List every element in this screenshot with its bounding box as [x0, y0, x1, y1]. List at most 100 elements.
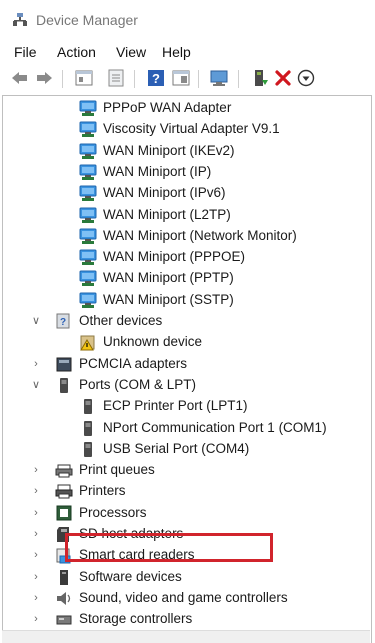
tree-category[interactable]: › Print queues	[3, 460, 371, 481]
expand-chevron-icon[interactable]: ›	[31, 613, 41, 625]
tree-item-usb-serial-port[interactable]: USB Serial Port (COM4)	[3, 439, 371, 460]
tree-item-label: PCMCIA adapters	[79, 355, 188, 371]
tree-item-network-adapter[interactable]: WAN Miniport (Network Monitor)	[3, 226, 371, 247]
tree-item-network-adapter[interactable]: Viscosity Virtual Adapter V9.1	[3, 119, 371, 140]
tree-item-label: WAN Miniport (IKEv2)	[103, 142, 235, 158]
sd-device-icon	[55, 526, 73, 543]
tree-category[interactable]: › Smart card readers	[3, 545, 371, 566]
expand-chevron-icon[interactable]: ›	[31, 485, 41, 497]
tree-category[interactable]: › Sound, video and game controllers	[3, 588, 371, 609]
toolbar-separator	[134, 70, 135, 88]
menu-help[interactable]: Help	[162, 44, 191, 60]
expand-chevron-icon[interactable]: ›	[31, 592, 41, 604]
tree-category[interactable]: › Printers	[3, 481, 371, 502]
tree-item-label: USB Serial Port (COM4)	[103, 440, 250, 456]
tree-item-network-adapter[interactable]: WAN Miniport (IP)	[3, 162, 371, 183]
download-icon[interactable]	[296, 68, 316, 88]
horizontal-scrollbar[interactable]	[2, 630, 370, 643]
menu-file[interactable]: File	[14, 44, 37, 60]
uninstall-icon[interactable]	[273, 68, 293, 88]
show-hide-console-tree-icon[interactable]	[74, 68, 94, 88]
toolbar-separator	[198, 70, 199, 88]
tree-item-label: WAN Miniport (IPv6)	[103, 185, 226, 201]
tree-item-label: Other devices	[79, 313, 163, 328]
tree-item-label: WAN Miniport (SSTP)	[103, 291, 234, 307]
svg-text:?: ?	[152, 71, 160, 86]
tree-item-label: ECP Printer Port (LPT1)	[103, 398, 248, 414]
port-device-icon	[79, 420, 97, 437]
network-device-icon	[79, 270, 97, 287]
tree-item-label: WAN Miniport (Network Monitor)	[103, 227, 297, 243]
menu-view[interactable]: View	[116, 44, 146, 60]
storage-device-icon	[55, 611, 73, 628]
tree-item-port[interactable]: ECP Printer Port (LPT1)	[3, 396, 371, 417]
network-device-icon	[79, 100, 97, 117]
tree-category-other-devices[interactable]: ∨? Other devices	[3, 311, 371, 332]
tree-item-label: Print queues	[79, 462, 155, 478]
tree-item-label: Viscosity Virtual Adapter V9.1	[103, 121, 280, 137]
tree-item-network-adapter[interactable]: WAN Miniport (IKEv2)	[3, 141, 371, 162]
expand-chevron-icon[interactable]: ›	[31, 464, 41, 476]
network-device-icon	[79, 228, 97, 245]
tree-category[interactable]: › Storage controllers	[3, 609, 371, 630]
sound-device-icon	[55, 590, 73, 607]
device-manager-icon	[13, 13, 27, 26]
expand-chevron-icon[interactable]: ›	[31, 549, 41, 561]
tree-item-label: NPort Communication Port 1 (COM1)	[103, 419, 327, 435]
tree-item-port[interactable]: NPort Communication Port 1 (COM1)	[3, 418, 371, 439]
processor-device-icon	[55, 505, 73, 522]
network-device-icon	[79, 292, 97, 309]
tree-item-label: Processors	[79, 504, 147, 520]
tree-category[interactable]: › Processors	[3, 503, 371, 524]
tree-item-network-adapter[interactable]: WAN Miniport (IPv6)	[3, 183, 371, 204]
tree-item-network-adapter[interactable]: WAN Miniport (PPPOE)	[3, 247, 371, 268]
tree-item-label: Smart card readers	[79, 547, 195, 563]
properties-icon[interactable]	[106, 68, 126, 88]
tree-item-label: WAN Miniport (L2TP)	[103, 206, 231, 222]
network-device-icon	[79, 207, 97, 224]
back-arrow-icon[interactable]	[10, 68, 30, 88]
tree-category-ports[interactable]: ∨ Ports (COM & LPT)	[3, 375, 371, 396]
tree-category-pcmcia[interactable]: › PCMCIA adapters	[3, 354, 371, 375]
collapse-chevron-icon[interactable]: ∨	[31, 379, 41, 391]
help-icon[interactable]: ?	[146, 68, 166, 88]
tree-category[interactable]: › Software devices	[3, 567, 371, 588]
software-device-icon	[55, 569, 73, 586]
tree-item-label: Storage controllers	[79, 611, 193, 627]
tree-item-label: SD host adapters	[79, 526, 184, 541]
network-device-icon	[79, 121, 97, 138]
update-driver-icon[interactable]	[250, 68, 270, 88]
scan-hardware-icon[interactable]	[209, 68, 229, 88]
tree-item-network-adapter[interactable]: WAN Miniport (SSTP)	[3, 290, 371, 311]
tree-item-network-adapter[interactable]: WAN Miniport (PPTP)	[3, 268, 371, 289]
tree-item-label: Software devices	[79, 568, 182, 584]
svg-text:?: ?	[60, 317, 66, 328]
port-device-icon	[55, 377, 73, 394]
toolbar-separator	[238, 70, 239, 88]
forward-arrow-icon[interactable]	[34, 68, 54, 88]
expand-chevron-icon[interactable]: ›	[31, 507, 41, 519]
tree-item-label: PPPoP WAN Adapter	[103, 100, 232, 115]
collapse-chevron-icon[interactable]: ∨	[31, 315, 41, 327]
other-device-icon: ?	[55, 313, 73, 330]
tree-item-label: Ports (COM & LPT)	[79, 376, 197, 392]
tree-item-unknown-device[interactable]: Unknown device	[3, 332, 371, 353]
port-device-icon	[79, 441, 97, 458]
device-tree[interactable]: PPPoP WAN Adapter Viscosity Virtual Adapt…	[2, 95, 372, 643]
expand-chevron-icon[interactable]: ›	[31, 358, 41, 370]
tree-item-label: WAN Miniport (IP)	[103, 163, 212, 179]
window-title: Device Manager	[36, 12, 138, 28]
view-icon[interactable]	[171, 68, 191, 88]
expand-chevron-icon[interactable]: ›	[31, 528, 41, 540]
network-device-icon	[79, 164, 97, 181]
tree-item-network-adapter[interactable]: PPPoP WAN Adapter	[3, 98, 371, 119]
expand-chevron-icon[interactable]: ›	[31, 571, 41, 583]
menu-action[interactable]: Action	[57, 44, 96, 60]
tree-item-label: WAN Miniport (PPTP)	[103, 270, 234, 286]
tree-category[interactable]: › SD host adapters	[3, 524, 371, 545]
tree-item-label: Unknown device	[103, 334, 203, 350]
toolbar-separator	[62, 70, 63, 88]
tree-item-label: Printers	[79, 483, 126, 499]
menu-bar: File Action View Help	[0, 42, 375, 64]
tree-item-network-adapter[interactable]: WAN Miniport (L2TP)	[3, 205, 371, 226]
